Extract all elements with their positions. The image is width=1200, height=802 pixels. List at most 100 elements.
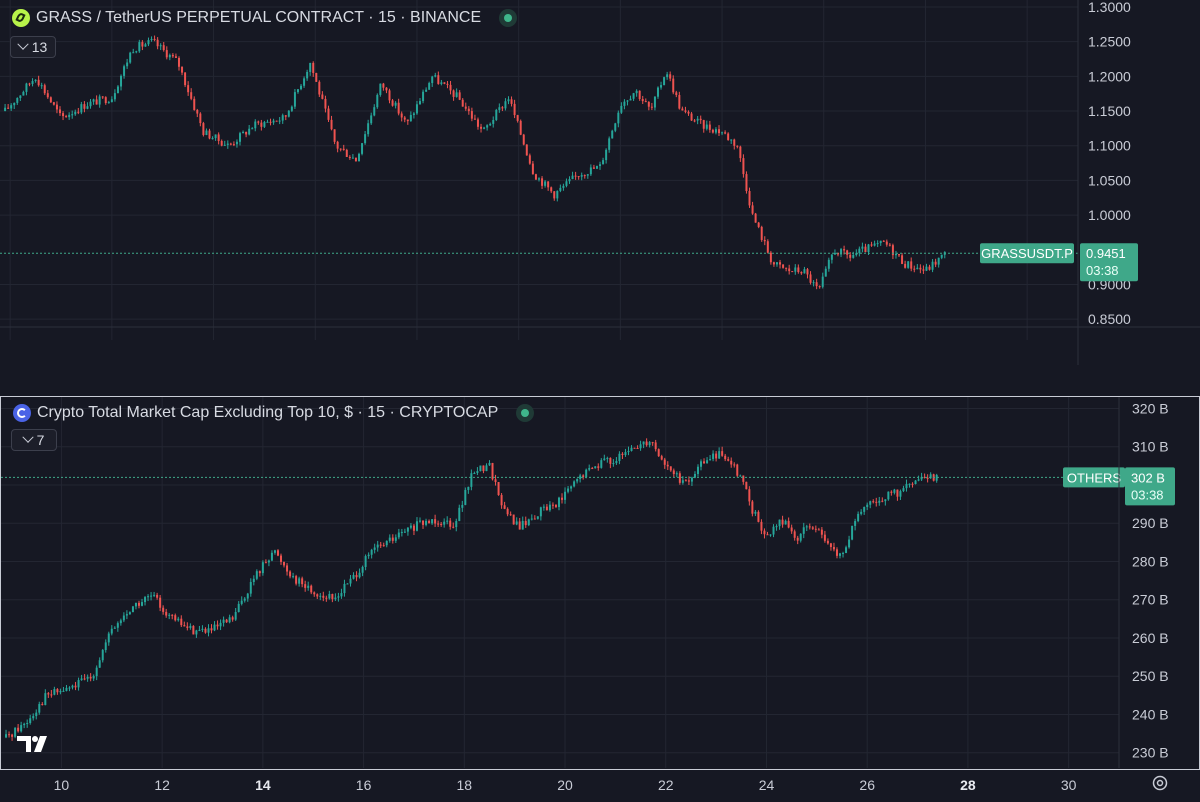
candle-body: [263, 122, 266, 127]
candle-body: [415, 104, 418, 114]
candle-body: [342, 148, 345, 150]
candle-body: [56, 689, 59, 693]
candle-body: [43, 85, 46, 94]
y-tick-label: 230 B: [1132, 745, 1169, 761]
candle-body: [577, 176, 580, 178]
candle-body: [452, 90, 455, 97]
tradingview-logo-icon[interactable]: [17, 734, 49, 754]
candle-body: [542, 506, 545, 508]
candle-body: [851, 525, 854, 540]
candle-body: [141, 42, 144, 47]
y-tick-label: 280 B: [1132, 553, 1169, 569]
candle-body: [711, 129, 714, 133]
candle-body: [687, 480, 690, 482]
candle-body: [618, 453, 621, 461]
indicators-toggle-button[interactable]: 13: [10, 36, 56, 58]
candle-body: [779, 262, 782, 265]
candle-body: [769, 252, 772, 263]
settings-gear-icon[interactable]: [1151, 774, 1169, 792]
candle-body: [931, 261, 934, 270]
candle-body: [16, 98, 19, 103]
candle-body: [611, 130, 614, 139]
candle-body: [494, 479, 497, 483]
candle-body: [522, 134, 525, 145]
candle-body: [272, 120, 275, 123]
candle-body: [745, 481, 748, 490]
candle-body: [376, 544, 379, 548]
candle-body: [357, 153, 360, 162]
candle-body: [153, 38, 156, 40]
candle-body: [672, 78, 675, 93]
candle-body: [917, 479, 920, 481]
candle-body: [14, 727, 17, 737]
candle-body: [258, 571, 261, 574]
others-chart-pane[interactable]: 320 B310 B300 B290 B280 B270 B260 B250 B…: [0, 396, 1200, 793]
candle-body: [901, 255, 904, 264]
candle-body: [730, 139, 733, 141]
candle-body: [802, 527, 805, 534]
candle-body: [223, 144, 226, 146]
candle-body: [440, 523, 443, 525]
candle-body: [208, 130, 211, 139]
y-tick-label: 250 B: [1132, 668, 1169, 684]
candle-body: [624, 452, 627, 456]
candle-body: [467, 486, 470, 490]
y-tick-label: 1.1500: [1088, 103, 1131, 119]
candle-body: [736, 464, 739, 476]
candle-body: [498, 107, 501, 110]
candle-body: [49, 97, 52, 103]
candle-body: [397, 102, 400, 114]
candle-body: [68, 114, 71, 118]
candle-body: [630, 447, 633, 451]
candle-body: [772, 262, 775, 265]
candle-body: [293, 92, 296, 107]
candle-body: [832, 547, 835, 550]
candle-body: [446, 520, 449, 522]
grass-chart-pane[interactable]: 1.3000 1.2500 1.2000 1.1500 1.1000 1.0500 1.00…: [0, 0, 1200, 387]
candle-body: [55, 104, 58, 110]
candle-body: [582, 475, 585, 478]
candle-body: [503, 505, 506, 509]
candle-body: [243, 598, 246, 601]
candle-body: [4, 107, 7, 112]
candle-body: [641, 99, 644, 102]
candle-body: [562, 185, 565, 188]
candle-body: [884, 499, 887, 502]
candle-body: [276, 550, 279, 556]
candle-body: [336, 141, 339, 149]
candle-body: [473, 473, 476, 475]
candle-body: [144, 44, 147, 47]
candle-body: [904, 263, 907, 268]
candle-body: [428, 520, 431, 524]
candle-body: [116, 86, 119, 94]
candle-body: [531, 163, 534, 175]
candle-body: [71, 114, 74, 116]
candle-body: [597, 466, 600, 468]
market-open-icon: [499, 9, 518, 27]
candle-body: [382, 545, 385, 547]
candle-body: [358, 572, 361, 578]
candle-body: [937, 257, 940, 265]
candle-body: [269, 121, 272, 123]
others-candlestick-chart[interactable]: 320 B310 B300 B290 B280 B270 B260 B250 B…: [1, 397, 1198, 793]
indicators-toggle-button[interactable]: 7: [11, 429, 57, 451]
candle-body: [98, 660, 101, 668]
candle-body: [718, 129, 721, 134]
candle-body: [52, 102, 55, 105]
candle-body: [119, 620, 122, 624]
candle-body: [312, 62, 315, 73]
candle-body: [321, 94, 324, 99]
candle-body: [857, 513, 860, 522]
x-tick-label: 12: [154, 777, 170, 793]
grass-candlestick-chart[interactable]: 1.3000 1.2500 1.2000 1.1500 1.1000 1.0500 1.00…: [0, 0, 1200, 387]
y-tick-label: 320 B: [1132, 400, 1169, 416]
candle-body: [876, 243, 879, 245]
candle-body: [304, 584, 307, 588]
candle-body: [249, 582, 252, 594]
candle-body: [748, 489, 751, 502]
candle-body: [334, 597, 337, 600]
candle-body: [295, 576, 298, 584]
last-price-text: 302 B: [1131, 470, 1165, 485]
candle-body: [470, 111, 473, 119]
candle-body: [525, 144, 528, 156]
